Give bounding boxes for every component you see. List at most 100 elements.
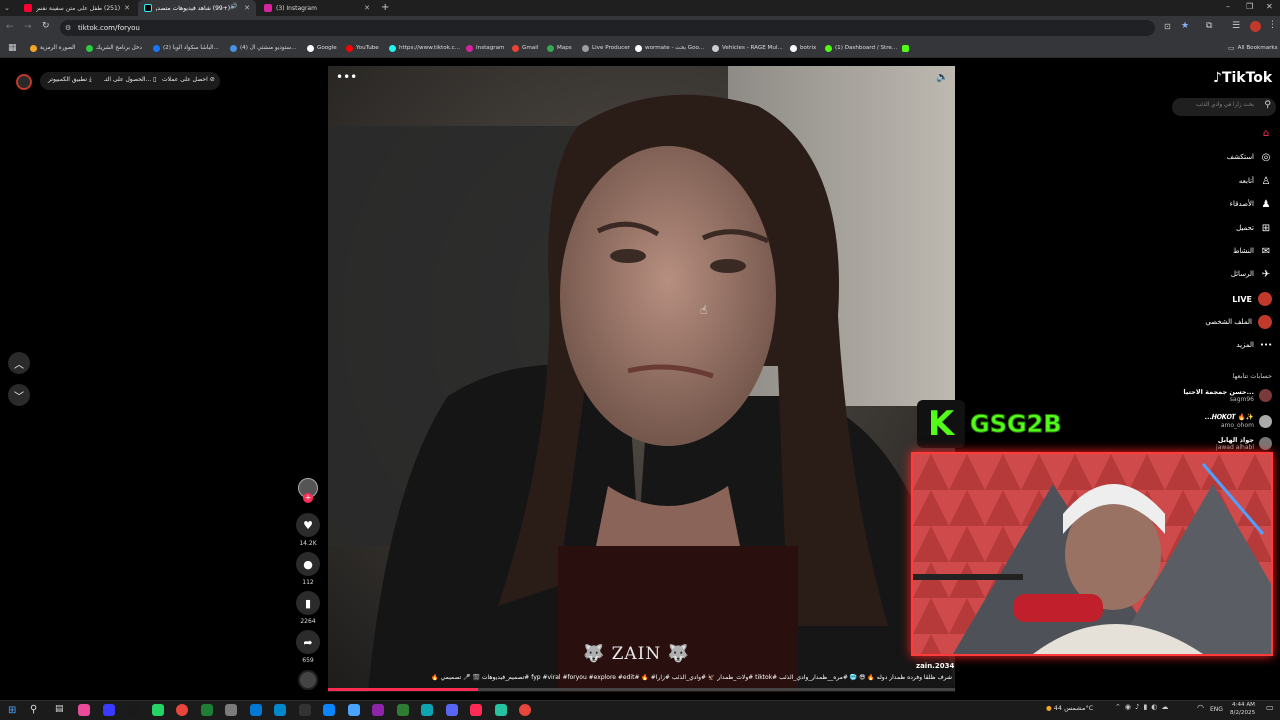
taskbar-whatsapp-icon[interactable]	[151, 704, 164, 716]
get-coins-button[interactable]: احصل على عملات ⊘	[162, 76, 215, 83]
bookmark-item[interactable]: wormate - بحث Goo...	[635, 43, 704, 53]
bookmark-item[interactable]: Live Producer	[582, 43, 630, 53]
bookmark-item[interactable]: Gmail	[512, 43, 538, 53]
input-language[interactable]: ENG	[1210, 706, 1223, 713]
taskbar-chrome-icon[interactable]	[176, 704, 188, 716]
close-tab-icon[interactable]: ✕	[124, 4, 130, 12]
reload-button[interactable]: ↻	[42, 21, 50, 31]
bookmark-item[interactable]: (4) ستوديو منشئي ال...	[230, 43, 296, 53]
get-app-button[interactable]: الحصول على التـ... ▯	[104, 76, 156, 83]
taskbar-chrome-icon[interactable]	[519, 704, 531, 716]
profile-avatar[interactable]	[1250, 21, 1261, 32]
install-app-icon[interactable]: ⊡	[1164, 22, 1171, 31]
previous-video-button[interactable]: ︿	[8, 352, 30, 374]
bookmark-item[interactable]: YouTube	[346, 43, 379, 53]
taskbar-settings-icon[interactable]	[225, 704, 237, 716]
browser-menu-icon[interactable]: ⋮	[1268, 20, 1277, 30]
back-button[interactable]: ←	[6, 22, 14, 32]
close-tab-icon[interactable]: ✕	[244, 4, 250, 12]
clock-time[interactable]: 4:44 AM	[1232, 702, 1255, 708]
bookmark-item[interactable]: botrix	[790, 43, 816, 53]
close-tab-icon[interactable]: ✕	[364, 4, 370, 12]
weather-widget[interactable]: ● مشمس 44°C	[1046, 704, 1093, 712]
video-progress-bar[interactable]	[328, 688, 955, 691]
bookmark-item[interactable]: (1) Dashboard / Stre...	[825, 43, 897, 53]
sidebar-item-compass[interactable]: استكشف ◎	[1227, 151, 1272, 163]
video-username[interactable]: zain.2034	[916, 662, 954, 670]
taskbar-excel-icon[interactable]	[200, 704, 213, 716]
taskbar-premiere-icon[interactable]	[372, 704, 384, 716]
taskbar-app-icon[interactable]	[323, 704, 335, 716]
search-input[interactable]: بحث زارا في وادي الذئب	[1196, 102, 1254, 108]
follow-plus-icon[interactable]: +	[303, 493, 313, 503]
address-bar[interactable]: ⚙ tiktok.com/foryou	[60, 20, 1155, 36]
search-icon[interactable]: ⚲	[30, 704, 37, 715]
bookmark-item[interactable]: https://www.tiktok.c...	[389, 43, 460, 53]
taskbar-app-icon[interactable]	[421, 704, 433, 716]
site-info-icon[interactable]: ⚙	[65, 20, 71, 36]
bookmark-star-icon[interactable]: ★	[1181, 21, 1189, 31]
share-button[interactable]: ➦	[296, 630, 320, 654]
bookmark-item[interactable]: دخل برنامج الشريك	[86, 43, 142, 53]
taskbar-app-icon[interactable]	[396, 704, 409, 716]
search-field[interactable]: بحث زارا في وادي الذئب ⚲	[1172, 98, 1276, 116]
bookmark-item[interactable]: الصورة الرمزية	[30, 43, 75, 53]
sidebar-item-live[interactable]: LIVE ●	[1232, 292, 1272, 306]
sidebar-item-activity[interactable]: النشاط ✉	[1233, 245, 1272, 257]
taskbar-edge-icon[interactable]	[249, 704, 262, 716]
search-icon[interactable]: ⚲	[1264, 100, 1271, 110]
video-player[interactable]: ••• 🔈 🐺 ZAIN 🐺	[328, 66, 955, 692]
taskbar-app-icon[interactable]	[102, 704, 115, 716]
comment-button[interactable]: ●	[296, 552, 320, 576]
volume-icon[interactable]: 🔈	[936, 72, 948, 83]
forward-button[interactable]: →	[24, 22, 32, 32]
sidebar-item-more[interactable]: المزيد •••	[1236, 339, 1272, 351]
tab-search-icon[interactable]: ⌄	[4, 4, 10, 12]
more-options-icon[interactable]: •••	[336, 70, 357, 84]
tray-icons[interactable]: ⌃◉♪▮◐☁	[1115, 703, 1172, 711]
taskbar-app-icon[interactable]	[494, 704, 507, 716]
task-view-icon[interactable]: ▤	[55, 704, 64, 714]
next-video-button[interactable]: ﹀	[8, 384, 30, 406]
bookmark-item[interactable]: Instagram	[466, 43, 504, 53]
window-close-button[interactable]: ✕	[1266, 2, 1273, 11]
following-account[interactable]: ...𝑯𝑶𝑲𝑶𝑻 🔥✨ amo_ohom	[1205, 413, 1272, 429]
clock-date[interactable]: 8/2/2025	[1230, 710, 1255, 716]
sidebar-item-upload[interactable]: تحميل ⊞	[1236, 222, 1272, 234]
new-tab-button[interactable]: +	[381, 2, 389, 13]
bookmark-item[interactable]: (2) الباشا سكواد الوبا...	[153, 43, 219, 53]
like-button[interactable]: ♥	[296, 513, 320, 537]
save-button[interactable]: ▮	[296, 591, 320, 615]
sidebar-item-home[interactable]: ⌂	[1254, 127, 1272, 139]
sidebar-item-messages[interactable]: الرسائل ✈	[1231, 268, 1272, 280]
browser-tab-active[interactable]: 🔊 (+99) شاهد فيديوهات متصدرة... ✕	[138, 0, 256, 16]
taskbar-camera-icon[interactable]	[127, 704, 139, 716]
taskbar-obs-icon[interactable]	[298, 704, 311, 716]
taskbar-discord-icon[interactable]	[445, 704, 458, 716]
wifi-icon[interactable]: ◠	[1197, 703, 1204, 712]
taskbar-telegram-icon[interactable]	[274, 704, 286, 716]
extensions-icon[interactable]: ⧉	[1206, 21, 1212, 31]
browser-tab[interactable]: (251) طفل على متن سفينة نفس... ✕	[18, 0, 136, 16]
bookmark-item[interactable]: Vehicles - RAGE Mul...	[712, 43, 783, 53]
sidebar-item-profile[interactable]: الملف الشخصي ●	[1205, 315, 1272, 329]
sound-disc-icon[interactable]	[298, 670, 318, 690]
following-account[interactable]: جواد الهابل jawad alhabl	[1216, 436, 1272, 451]
taskbar-tiktok-icon[interactable]	[470, 704, 482, 716]
bookmark-item[interactable]: Maps	[547, 43, 572, 53]
window-minimize-button[interactable]: –	[1226, 2, 1230, 11]
bookmark-item[interactable]: Google	[307, 43, 337, 53]
browser-tab[interactable]: (3) Instagram ✕	[258, 0, 376, 16]
kick-bookmark-icon[interactable]	[902, 43, 909, 53]
notifications-icon[interactable]: ▭	[1266, 703, 1274, 712]
following-account[interactable]: حسن جمجمة الاحتيا... sagm96	[1183, 388, 1272, 403]
window-restore-button[interactable]: ❐	[1246, 2, 1253, 11]
user-avatar[interactable]	[16, 74, 32, 90]
taskbar-copilot-icon[interactable]	[78, 704, 90, 716]
windows-start-icon[interactable]: ⊞	[8, 705, 16, 716]
audio-playing-icon[interactable]: 🔊	[230, 3, 237, 10]
all-bookmarks-button[interactable]: ▭ All Bookmarks	[1228, 43, 1278, 53]
pc-app-button[interactable]: تطبيق الكمبيوتر ⤓	[48, 76, 92, 84]
tiktok-logo[interactable]: ♪TikTok	[1213, 70, 1272, 86]
sidebar-toggle-icon[interactable]: ☰	[1232, 21, 1240, 31]
